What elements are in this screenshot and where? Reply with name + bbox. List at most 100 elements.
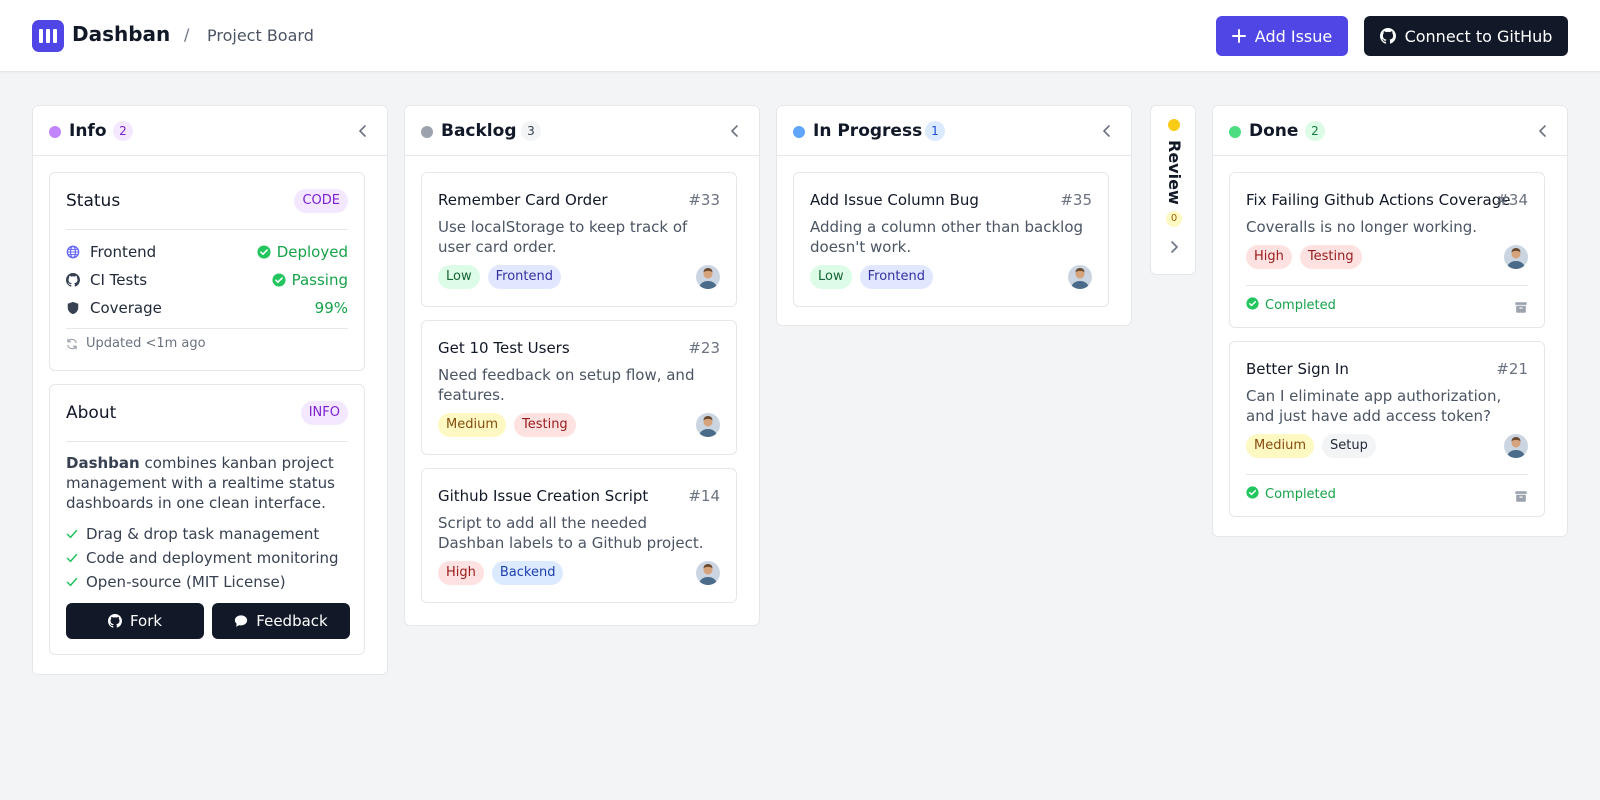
chat-bubble-icon	[235, 615, 248, 627]
chevron-right-icon[interactable]	[1166, 239, 1182, 255]
assignee-avatar[interactable]	[1068, 265, 1092, 289]
issue-card[interactable]: Add Issue Column Bug #35 Adding a column o…	[793, 172, 1109, 307]
issue-description: Coveralls is no longer working.	[1246, 218, 1478, 236]
archive-icon[interactable]	[1514, 488, 1528, 502]
feature-text: Open-source (MIT License)	[86, 573, 286, 591]
connect-github-button[interactable]: Connect to GitHub	[1364, 16, 1568, 56]
issue-title: Github Issue Creation Script	[438, 487, 649, 505]
code-badge: CODE	[294, 189, 348, 213]
status-row-ci-tests: CI Tests Passing	[66, 270, 348, 290]
assignee-avatar[interactable]	[696, 561, 720, 585]
status-value: Passing	[272, 271, 348, 289]
label-list: Low Frontend	[438, 265, 561, 289]
status-row-coverage: Coverage 99%	[66, 298, 348, 318]
issue-description: Need feedback on setup flow, and feature…	[438, 366, 695, 404]
archive-icon[interactable]	[1514, 299, 1528, 313]
fork-label: Fork	[129, 612, 163, 630]
label-badge: Setup	[1321, 434, 1376, 458]
column-count-badge: 2	[113, 121, 133, 141]
issue-number[interactable]: #21	[1496, 360, 1528, 378]
feature-item: Drag & drop task management	[66, 525, 319, 543]
issue-number[interactable]: #14	[688, 487, 720, 505]
divider	[1246, 474, 1528, 475]
divider	[66, 229, 348, 230]
status-value: Deployed	[257, 243, 348, 261]
completed-text: Completed	[1265, 487, 1336, 502]
about-brand: Dashban	[66, 454, 140, 472]
label-badge: High	[438, 561, 484, 585]
issue-card[interactable]: Get 10 Test Users #23 Need feedback on set…	[421, 320, 737, 455]
chevron-left-icon[interactable]	[1099, 123, 1115, 139]
column-info: Info 2 Status CODE Frontend Deployed CI …	[32, 105, 388, 675]
github-icon	[1379, 28, 1396, 44]
status-value-text: 99%	[314, 299, 348, 317]
issue-number[interactable]: #23	[688, 339, 720, 357]
assignee-avatar[interactable]	[696, 265, 720, 289]
assignee-avatar[interactable]	[1504, 245, 1528, 269]
issue-title: Add Issue Column Bug	[810, 191, 979, 209]
issue-number[interactable]: #33	[688, 191, 720, 209]
issue-title: Remember Card Order	[438, 191, 608, 209]
column-color-dot	[793, 126, 805, 138]
brand-name[interactable]: Dashban	[72, 22, 170, 46]
assignee-avatar[interactable]	[696, 413, 720, 437]
label-badge: High	[1246, 245, 1292, 269]
label-badge: Testing	[1299, 245, 1362, 269]
issue-card[interactable]: Fix Failing Github Actions Coverage #34 Co…	[1229, 172, 1545, 328]
label-list: High Testing	[1246, 245, 1362, 269]
chevron-left-icon[interactable]	[355, 123, 371, 139]
column-done: Done 2 Fix Failing Github Actions Covera…	[1212, 105, 1568, 537]
plus-icon	[1231, 29, 1246, 43]
status-label: Coverage	[90, 299, 162, 317]
panel-title: About	[66, 403, 117, 423]
issue-description: Script to add all the needed Dashban lab…	[438, 514, 704, 552]
check-circle-icon	[257, 245, 271, 259]
check-icon	[66, 529, 78, 539]
add-issue-button[interactable]: Add Issue	[1216, 16, 1348, 56]
refresh-icon	[67, 338, 77, 349]
column-color-dot	[1168, 119, 1180, 131]
issue-card[interactable]: Github Issue Creation Script #14 Script to…	[421, 468, 737, 603]
about-panel: About INFO Dashban combines kanban proje…	[49, 384, 365, 655]
issue-description: Can I eliminate app authorization, and j…	[1246, 387, 1502, 425]
divider	[66, 328, 348, 329]
breadcrumb: Project Board	[207, 26, 314, 45]
issue-title: Better Sign In	[1246, 360, 1349, 378]
feature-text: Code and deployment monitoring	[86, 549, 339, 567]
last-updated-text: Updated <1m ago	[86, 336, 206, 351]
label-badge: Low	[438, 265, 480, 289]
info-badge: INFO	[300, 401, 348, 425]
feedback-button[interactable]: Feedback	[212, 603, 350, 639]
column-count-badge: 0	[1166, 211, 1182, 227]
completed-status: Completed	[1246, 486, 1336, 503]
column-color-dot	[49, 126, 61, 138]
check-circle-icon	[1246, 297, 1259, 314]
label-badge: Medium	[438, 413, 506, 437]
issue-number[interactable]: #35	[1060, 191, 1092, 209]
chevron-left-icon[interactable]	[727, 123, 743, 139]
shield-icon	[67, 301, 79, 315]
issue-card[interactable]: Better Sign In #21 Can I eliminate app aut…	[1229, 341, 1545, 517]
column-backlog: Backlog 3 Remember Card Order #33 Use loca…	[404, 105, 760, 626]
label-badge: Low	[810, 265, 852, 289]
column-count-badge: 1	[925, 121, 945, 141]
status-label: CI Tests	[90, 271, 148, 289]
issue-title: Get 10 Test Users	[438, 339, 570, 357]
status-row-frontend: Frontend Deployed	[66, 242, 348, 262]
connect-github-label: Connect to GitHub	[1404, 26, 1553, 46]
status-value-text: Deployed	[276, 243, 348, 261]
column-review-collapsed[interactable]: Review 0	[1150, 105, 1196, 275]
feedback-label: Feedback	[256, 612, 328, 630]
status-value: 99%	[315, 299, 348, 317]
column-color-dot	[421, 126, 433, 138]
assignee-avatar[interactable]	[1504, 434, 1528, 458]
check-icon	[66, 577, 78, 587]
issue-number[interactable]: #34	[1496, 191, 1528, 209]
fork-button[interactable]: Fork	[66, 603, 204, 639]
completed-status: Completed	[1246, 297, 1336, 314]
last-updated: Updated <1m ago	[66, 336, 206, 351]
github-icon	[66, 273, 80, 287]
issue-card[interactable]: Remember Card Order #33 Use localStorage t…	[421, 172, 737, 307]
chevron-left-icon[interactable]	[1535, 123, 1551, 139]
status-label: Frontend	[90, 243, 157, 261]
